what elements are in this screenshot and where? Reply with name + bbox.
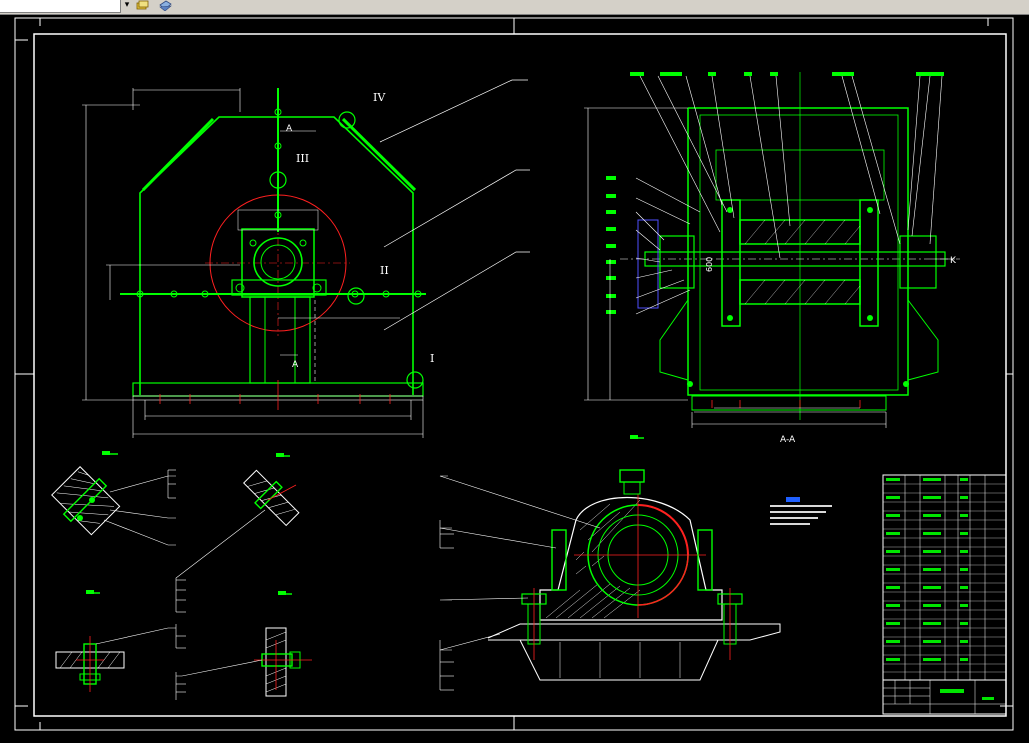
layer-field[interactable]	[0, 0, 121, 13]
side-view: 600 K A-A	[584, 72, 960, 445]
drawing-canvas[interactable]: IV III II I A A 600 K A-A	[0, 14, 1029, 739]
front-view: IV III II I A A	[82, 79, 530, 438]
view-caption-a-a: A-A	[780, 435, 796, 445]
section-mark-top: A	[286, 124, 293, 134]
corner-marks	[15, 18, 1013, 730]
detail-iv	[175, 591, 312, 700]
layer-states-icon[interactable]	[136, 0, 150, 11]
detail-ii	[175, 453, 300, 613]
balloon-label-iv: IV	[373, 91, 386, 104]
command-line-status	[0, 733, 40, 739]
detail-iii	[55, 590, 186, 692]
dimension-600: 600	[705, 257, 714, 272]
balloon-label-i: I	[430, 352, 434, 365]
title-block	[882, 474, 1007, 715]
toolbar: ▾	[0, 0, 1029, 15]
title-block-entries	[886, 478, 994, 700]
technical-notes	[770, 497, 832, 525]
detail-i	[51, 451, 176, 546]
sheet-border	[14, 17, 1014, 731]
section-marker-k: K	[950, 256, 957, 266]
section-mark-bottom: A	[292, 360, 299, 370]
layer-previous-icon[interactable]	[158, 0, 172, 11]
balloon-label-iii: III	[296, 152, 309, 165]
chevron-down-icon[interactable]: ▾	[122, 0, 132, 12]
balloon-label-ii: II	[380, 264, 389, 277]
bearing-detail	[439, 435, 781, 691]
